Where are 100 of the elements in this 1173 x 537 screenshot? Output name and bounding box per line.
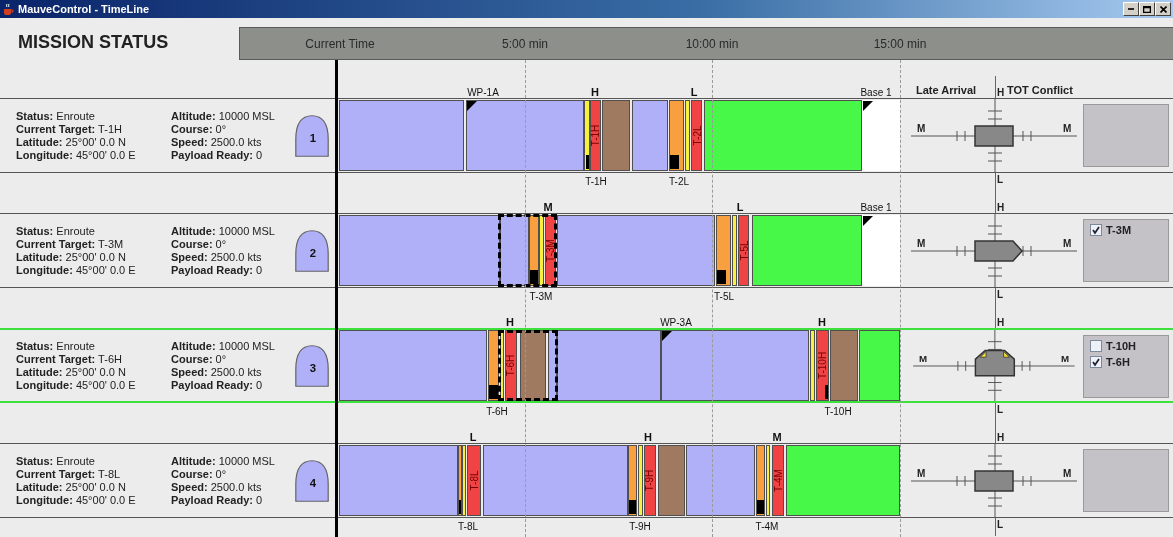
target-label: T-8L [458,521,478,532]
strike-segment[interactable]: T-2L [691,100,702,171]
strike-segment[interactable]: T-5L [738,215,749,286]
priority-label: L [736,201,744,213]
base-segment[interactable] [862,100,900,171]
info-field: Payload Ready: 0 [171,493,289,507]
ready-segment[interactable] [766,445,770,516]
target-label: T-10H [817,351,828,380]
target-label: T-10H [824,406,852,417]
axis-label: H [997,317,1005,328]
info-field: Status: Enroute [16,339,171,353]
axis-label: M [1063,123,1072,134]
axis-label: H [997,87,1005,98]
axis-label: L [997,289,1004,300]
priority-label: H [644,431,652,443]
return-segment[interactable] [859,330,900,401]
info-field: Status: Enroute [16,224,171,238]
target-label: T-2L [692,125,701,146]
transit-segment[interactable] [500,215,529,286]
base-segment[interactable] [862,215,900,286]
minimize-button[interactable] [1123,2,1139,16]
minimize-icon [1128,8,1134,10]
return-segment[interactable] [752,215,862,286]
waypoint-label: Base 1 [860,202,892,213]
target-label: T-1H [585,176,607,187]
transit-segment[interactable] [548,330,557,401]
time-label: 15:00 min [873,37,927,51]
conflict-checkbox[interactable]: T-6H [1090,356,1162,368]
strike-segment[interactable]: T-1H [590,100,601,171]
info-field: Longitude: 45°00' 0.0 E [16,263,171,277]
maximize-icon [1143,5,1151,13]
info-field: Speed: 2500.0 kts [171,480,289,494]
info-field: Latitude: 25°00' 0.0 N [16,135,171,149]
priority-label: L [690,86,698,98]
strike-segment[interactable]: T-9H [644,445,656,516]
ready-segment[interactable] [638,445,643,516]
axis-label: H [997,432,1005,443]
priority-label: H [506,316,514,328]
axis-label: M [919,353,928,365]
ready-segment[interactable] [539,215,544,286]
strike-segment[interactable]: T-3M [545,215,556,286]
info-field: Status: Enroute [16,109,171,123]
priority-label: H [591,86,599,98]
strike-segment[interactable]: T-8L [467,445,481,516]
axis-label: L [997,174,1004,185]
approach-segment[interactable] [716,215,731,286]
ready-segment[interactable] [685,100,690,171]
target-label: T-4M [773,469,783,492]
ready-segment[interactable] [584,100,590,171]
target-label: T-3M [546,239,555,262]
conflict-checkbox[interactable]: T-10H [1090,340,1162,352]
approach-segment[interactable] [756,445,765,516]
approach-segment[interactable] [669,100,684,171]
info-field: Course: 0° [171,352,289,366]
column-header: TOT Conflict [1007,84,1073,96]
axis-label: M [917,123,926,134]
target-label: T-5L [739,240,748,261]
check-icon [1091,225,1101,235]
info-field: Longitude: 45°00' 0.0 E [16,148,171,162]
strike-segment[interactable]: T-10H [816,330,829,401]
target-label: T-9H [629,521,651,532]
info-field: Speed: 2500.0 kts [171,135,289,149]
cup-icon [2,2,15,16]
maximize-button[interactable] [1139,2,1155,16]
axis-label: M [1061,353,1070,365]
selected-lane-highlight[interactable]: Status: Enroute Current Target: T-6H Latitude: 25°00' 0.0 N Longitude: 45°00' 0.0 E Altitude: 10000 MSL Course: 0° Speed: 2500.0 kts Payload Ready: 0 3 T-6H T-10H M M T-10H T-6H [0,328,1173,403]
conflict-checkbox[interactable]: T-3M [1090,224,1162,236]
info-field: Payload Ready: 0 [171,263,289,277]
priority-label: M [772,431,782,443]
info-field: Speed: 2500.0 kts [171,365,289,379]
target-label: T-4M [755,521,779,532]
axis-label: M [917,468,926,479]
priority-label: H [818,316,826,328]
ready-segment[interactable] [500,330,504,401]
strike-segment[interactable]: T-6H [505,330,517,401]
return-segment[interactable] [786,445,900,516]
close-button[interactable] [1155,2,1171,16]
approach-segment[interactable] [529,215,539,286]
approach-segment[interactable] [458,445,462,516]
approach-segment[interactable] [628,445,637,516]
target-label: T-8L [468,470,480,491]
target-label: T-9H [645,469,655,492]
waypoint-label: WP-1A [467,87,499,98]
time-label: 5:00 min [502,37,548,51]
info-field: Altitude: 10000 MSL [171,109,289,123]
axis-label: L [997,519,1004,530]
approach-segment[interactable] [488,330,499,401]
axis-label: M [917,238,926,249]
return-segment[interactable] [704,100,862,171]
waypoint-label: Base 1 [860,87,892,98]
ready-segment[interactable] [462,445,466,516]
ready-segment[interactable] [732,215,737,286]
loiter-segment[interactable] [520,330,546,401]
target-label: T-5L [714,291,734,302]
strike-segment[interactable]: T-4M [772,445,784,516]
info-field: Payload Ready: 0 [171,378,289,392]
info-field: Current Target: T-6H [16,352,171,366]
ready-segment[interactable] [810,330,815,401]
axis-label: L [997,404,1004,415]
axis-label: M [1063,468,1072,479]
